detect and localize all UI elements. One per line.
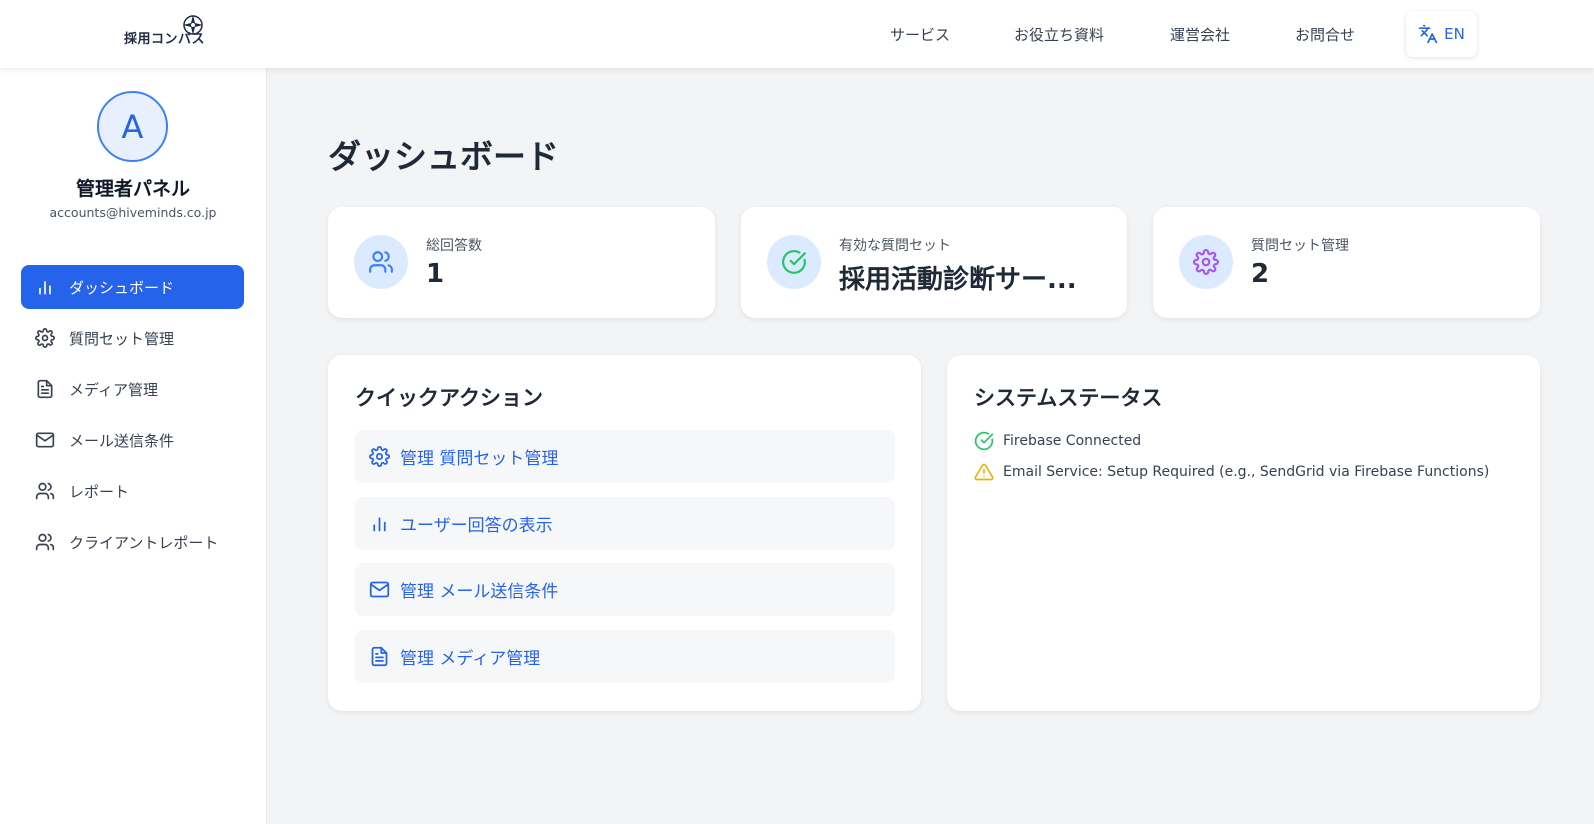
nav-link-company[interactable]: 運営会社 — [1170, 24, 1230, 45]
sidebar-item-reports[interactable]: レポート — [21, 469, 244, 513]
quick-action-mail-conditions-button[interactable]: 管理 メール送信条件 — [355, 563, 895, 616]
stat-value: 2 — [1251, 259, 1270, 289]
sidebar-item-label: ダッシュボード — [69, 278, 175, 297]
warning-icon — [974, 463, 994, 481]
users-icon — [35, 482, 55, 500]
sidebar-item-media[interactable]: メディア管理 — [21, 367, 244, 411]
nav-link-services[interactable]: サービス — [890, 24, 950, 45]
quick-action-label: 管理 質問セット管理 — [400, 449, 559, 469]
sidebar-item-client-reports[interactable]: クライアントレポート — [21, 520, 244, 564]
gear-icon — [369, 446, 390, 467]
quick-action-view-responses-button[interactable]: ユーザー回答の表示 — [355, 497, 895, 550]
bar-chart-icon — [373, 517, 386, 532]
account-email: accounts@hiveminds.co.jp — [49, 205, 217, 220]
system-status-title: システムステータス — [974, 386, 1163, 410]
quick-actions-title: クイックアクション — [355, 386, 543, 410]
stat-card-active-question-set: 有効な質問セット 採用活動診断サー... — [741, 207, 1127, 318]
document-icon — [371, 646, 388, 667]
panel-title: 管理者パネル — [75, 178, 190, 200]
sidebar-item-label: メディア管理 — [69, 380, 158, 399]
sidebar-item-question-sets[interactable]: 質問セット管理 — [21, 316, 244, 360]
site-logo[interactable]: 採用コンパス — [124, 14, 214, 48]
sidebar: A 管理者パネル accounts@hiveminds.co.jp ダッシュボー… — [0, 68, 266, 824]
quick-action-media-button[interactable]: 管理 メディア管理 — [355, 630, 895, 683]
quick-action-question-sets-button[interactable]: 管理 質問セット管理 — [355, 430, 895, 483]
stat-label: 質問セット管理 — [1251, 238, 1349, 254]
translate-icon — [1418, 24, 1438, 44]
quick-action-label: 管理 メール送信条件 — [400, 582, 559, 602]
stat-card-question-set-management: 質問セット管理 2 — [1153, 207, 1540, 318]
stat-label: 総回答数 — [426, 238, 482, 254]
stat-icon-wrap — [767, 235, 821, 289]
stat-icon-wrap — [354, 235, 408, 289]
sidebar-item-label: クライアントレポート — [69, 533, 219, 552]
gear-icon — [35, 328, 55, 348]
quick-action-label: 管理 メディア管理 — [400, 649, 541, 669]
quick-action-label: ユーザー回答の表示 — [400, 516, 553, 536]
sidebar-item-mail-conditions[interactable]: メール送信条件 — [21, 418, 244, 462]
compass-icon — [183, 15, 203, 35]
language-toggle-button[interactable]: EN — [1406, 11, 1477, 57]
status-item-email-service: Email Service: Setup Required (e.g., Sen… — [974, 462, 1489, 482]
language-label: EN — [1444, 25, 1465, 43]
status-text: Firebase Connected — [1003, 433, 1142, 449]
stat-value: 1 — [426, 259, 445, 289]
status-item-firebase: Firebase Connected — [974, 431, 1141, 451]
avatar: A — [97, 91, 168, 162]
check-circle-icon — [974, 431, 994, 451]
sidebar-item-label: レポート — [69, 482, 130, 501]
document-icon — [37, 379, 53, 399]
stat-card-total-responses: 総回答数 1 — [328, 207, 715, 318]
sidebar-item-label: 質問セット管理 — [69, 329, 175, 348]
bar-chart-icon — [39, 281, 51, 295]
stat-icon-wrap — [1179, 235, 1233, 289]
gear-icon — [1193, 249, 1219, 275]
sidebar-item-dashboard[interactable]: ダッシュボード — [21, 265, 244, 309]
page-title: ダッシュボード — [328, 137, 559, 176]
sidebar-item-label: メール送信条件 — [69, 431, 175, 450]
stat-label: 有効な質問セット — [839, 238, 951, 254]
users-icon — [35, 533, 55, 551]
system-status-card: システムステータス Firebase Connected Email Servi… — [947, 355, 1540, 711]
status-text: Email Service: Setup Required (e.g., Sen… — [1003, 464, 1490, 480]
nav-link-resources[interactable]: お役立ち資料 — [1014, 24, 1104, 45]
mail-icon — [35, 432, 55, 448]
stat-value: 採用活動診断サー... — [839, 265, 1077, 295]
quick-actions-card: クイックアクション 管理 質問セット管理 ユーザー回答の表示 管理 メール送信条… — [328, 355, 921, 711]
users-icon — [369, 251, 393, 273]
nav-link-contact[interactable]: お問合せ — [1295, 24, 1355, 45]
top-header: 採用コンパス サービス お役立ち資料 運営会社 お問合せ EN — [0, 0, 1594, 68]
check-circle-icon — [782, 250, 806, 274]
mail-icon — [369, 581, 390, 598]
